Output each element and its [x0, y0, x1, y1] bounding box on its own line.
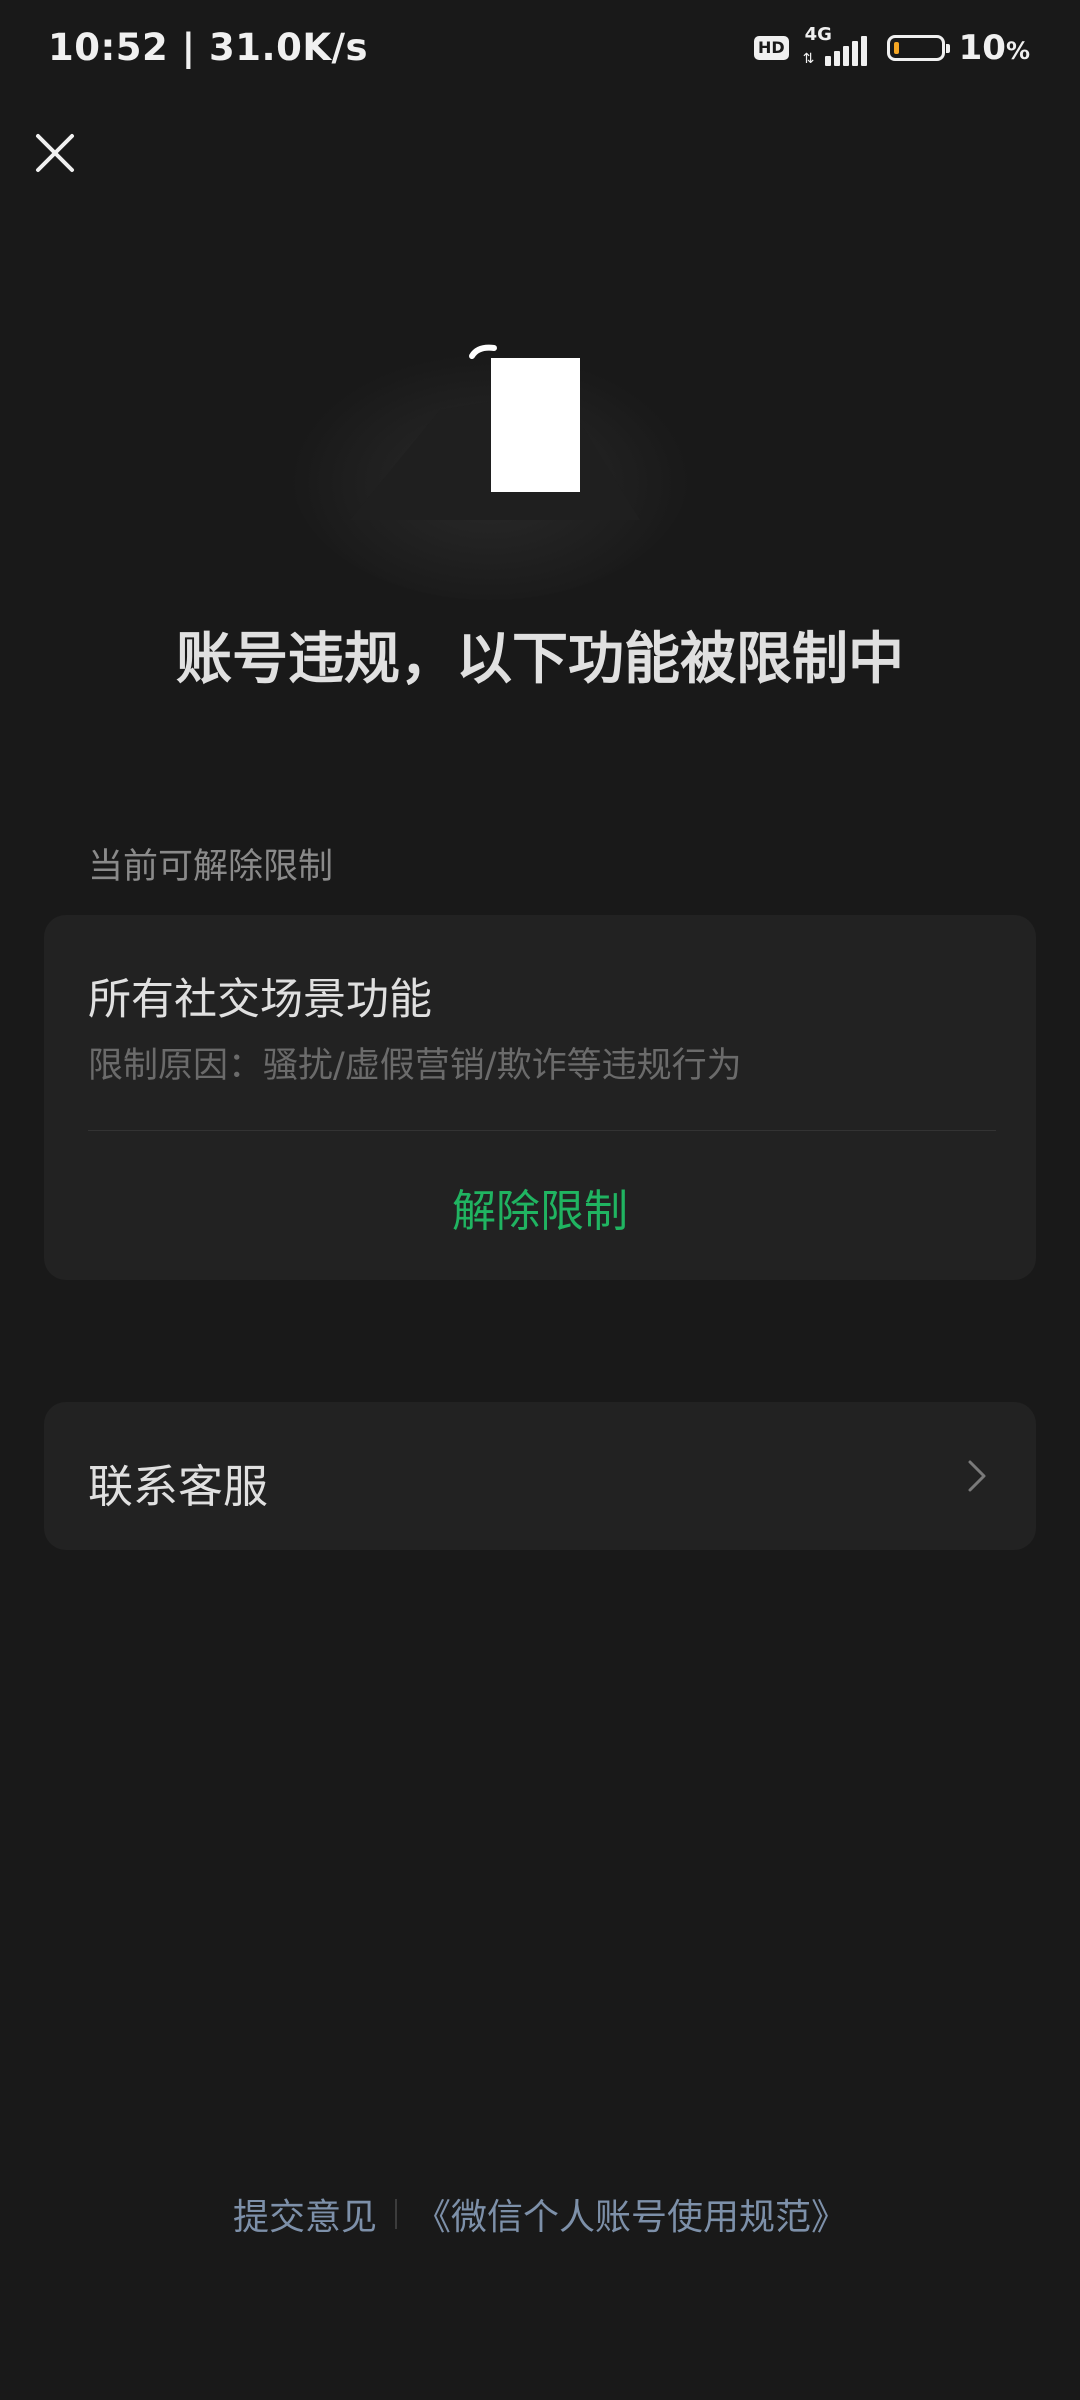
- footer: 提交意见 《微信个人账号使用规范》: [0, 2188, 1080, 2240]
- lock-illustration-icon: [290, 340, 690, 600]
- status-bar: 10:52 | 31.0K/s HD 4G ⇅ 10%: [0, 0, 1080, 100]
- close-button[interactable]: [30, 128, 80, 178]
- signal-icon: 4G ⇅: [802, 24, 873, 68]
- hd-icon: HD: [753, 36, 789, 60]
- section-label: 当前可解除限制: [88, 847, 334, 887]
- signal-bar: [842, 46, 849, 66]
- signal-bar: [860, 36, 867, 66]
- divider: [88, 1130, 996, 1131]
- footer-divider: [395, 2199, 397, 2229]
- restriction-card: 所有社交场景功能 限制原因：骚扰/虚假营销/欺诈等违规行为 解除限制: [44, 915, 1036, 1280]
- battery-percent: 10%: [959, 28, 1030, 68]
- restriction-illustration: [260, 320, 720, 610]
- signal-bar: [851, 41, 858, 66]
- page-title: 账号违规，以下功能被限制中: [176, 627, 904, 692]
- close-icon: [36, 134, 74, 172]
- policy-link[interactable]: 《微信个人账号使用规范》: [415, 2188, 847, 2240]
- battery-percent-value: 10: [958, 28, 1006, 68]
- feedback-link[interactable]: 提交意见: [233, 2188, 377, 2240]
- signal-bar: [824, 56, 831, 66]
- signal-bar: [833, 51, 840, 66]
- battery-percent-unit: %: [1005, 37, 1030, 65]
- battery-level: [893, 42, 899, 54]
- restriction-reason: 限制原因：骚扰/虚假营销/欺诈等违规行为: [88, 1046, 742, 1086]
- network-type-label: 4G: [804, 24, 832, 45]
- data-arrows-icon: ⇅: [802, 51, 815, 67]
- contact-service-label: 联系客服: [88, 1460, 269, 1513]
- battery-icon: [886, 35, 950, 61]
- status-icons: HD 4G ⇅ 10%: [753, 24, 1030, 68]
- contact-service-button[interactable]: 联系客服: [44, 1402, 1036, 1550]
- chevron-right-icon: [968, 1460, 986, 1492]
- restriction-title: 所有社交场景功能: [88, 975, 432, 1025]
- status-time-speed: 10:52 | 31.0K/s: [48, 26, 369, 69]
- remove-restriction-button[interactable]: 解除限制: [44, 1175, 1036, 1239]
